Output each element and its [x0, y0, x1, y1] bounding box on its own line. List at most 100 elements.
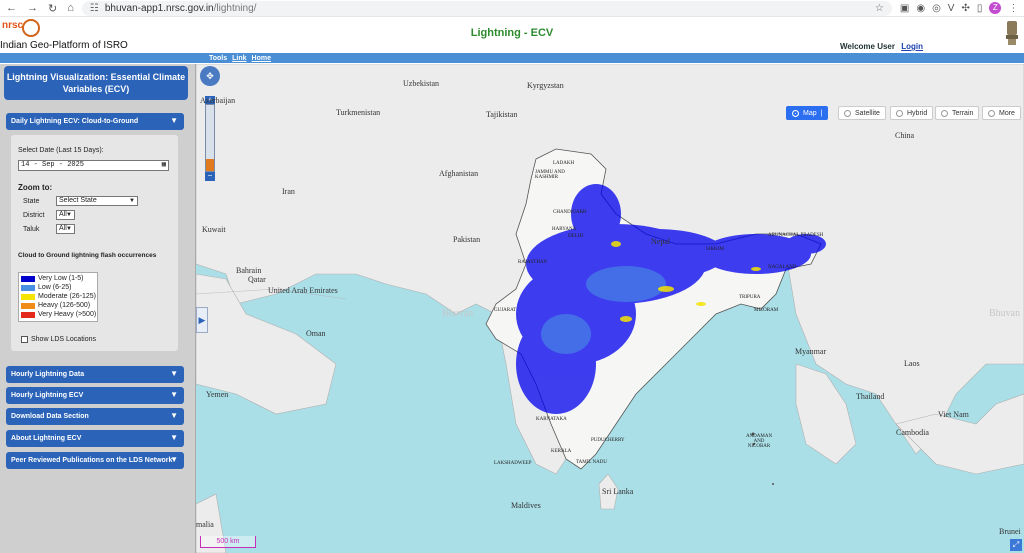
date-input[interactable]: 14 - Sep - 2025 ▦ — [18, 160, 169, 171]
legend-label: Moderate (26-125) — [38, 293, 96, 300]
extension-icon[interactable]: ▣ — [900, 3, 909, 14]
sidepanel-icon[interactable]: ▯ — [977, 3, 983, 14]
country-label: malia — [196, 520, 214, 529]
maptype-more[interactable]: More — [982, 106, 1021, 120]
country-label: Myanmar — [795, 347, 827, 356]
country-label: Kyrgyzstan — [527, 81, 564, 90]
bhuvan-watermark: Bhuvan — [989, 308, 1021, 319]
accordion-hourly-ecv[interactable]: Hourly Lightning ECV ▼ — [6, 387, 184, 404]
home-link[interactable]: Home — [252, 55, 271, 62]
chevron-down-icon: ▼ — [170, 390, 178, 399]
state-label: KARNATAKA — [536, 417, 567, 422]
state-label: SIKKIM — [706, 247, 724, 252]
collapse-sidebar-button[interactable]: ▶ — [196, 307, 208, 333]
site-info-icon[interactable]: ☷ — [90, 3, 99, 14]
welcome-area: Welcome User Login — [840, 42, 923, 51]
accordion-about[interactable]: About Lightning ECV ▼ — [6, 430, 184, 447]
legend-item: Very Heavy (>500) — [21, 310, 96, 319]
extension-icon[interactable]: V — [948, 3, 955, 14]
zoom-out-button[interactable]: − — [205, 172, 215, 181]
legend-label: Very Heavy (>500) — [38, 311, 97, 318]
extension-icon[interactable]: ◉ — [916, 3, 925, 14]
district-label: District — [23, 212, 45, 219]
legend-item: Low (6-25) — [21, 283, 71, 292]
country-label: Uzbekistan — [403, 79, 439, 88]
browser-toolbar: ← → ↻ ⌂ ☷ bhuvan-app1.nrsc.gov.in/lightn… — [0, 0, 1024, 17]
accordion-publications[interactable]: Peer Reviewed Publications on the LDS Ne… — [6, 452, 184, 469]
address-bar[interactable]: ☷ bhuvan-app1.nrsc.gov.in/lightning/ ☆ — [81, 0, 892, 16]
state-label: RAJASTHAN — [518, 260, 548, 265]
welcome-text: Welcome User — [840, 42, 895, 51]
maptype-satellite[interactable]: Satellite — [838, 106, 886, 120]
district-select[interactable]: All ▼ — [56, 210, 75, 220]
menu-kebab-icon[interactable]: ⋮ — [1008, 3, 1018, 14]
taluk-select[interactable]: All ▼ — [56, 224, 75, 234]
select-date-label: Select Date (Last 15 Days): — [18, 147, 104, 154]
accordion-label: Hourly Lightning Data — [11, 371, 85, 378]
map-canvas[interactable]: ✥ + − ▶ Map | Satellite Hybrid Terrain Mo… — [196, 64, 1024, 553]
maptype-map[interactable]: Map | — [786, 106, 829, 120]
login-link[interactable]: Login — [901, 42, 923, 51]
site-header: nrsc Indian Geo-Platform of ISRO Lightni… — [0, 17, 1024, 53]
zoom-slider[interactable] — [205, 104, 215, 172]
state-label: State — [23, 198, 40, 205]
state-label: KERALA — [551, 449, 572, 454]
state-label: MIZORAM — [754, 308, 779, 313]
calendar-icon[interactable]: ▦ — [162, 161, 166, 170]
state-label: PUDUCHERRY — [591, 438, 625, 443]
country-label: Maldives — [511, 501, 541, 510]
chevron-down-icon: ▼ — [170, 433, 178, 442]
pan-control-icon[interactable]: ✥ — [200, 66, 220, 86]
link-menu[interactable]: Link — [232, 55, 246, 62]
state-label: ARUNACHAL PRADESH — [768, 233, 824, 238]
puzzle-icon[interactable]: ✣ — [961, 3, 969, 14]
maptype-label: Terrain — [952, 109, 974, 117]
forward-icon[interactable]: → — [27, 2, 38, 15]
chevron-down-icon: ▼ — [66, 212, 72, 218]
show-lds-checkbox[interactable]: Show LDS Locations — [21, 336, 96, 343]
radio-icon — [844, 109, 851, 117]
country-label: Pakistan — [453, 235, 481, 244]
tools-menu[interactable]: Tools — [209, 55, 227, 62]
radio-icon — [988, 109, 995, 117]
state-label: HARYANA — [552, 227, 577, 232]
accordion-hourly-data[interactable]: Hourly Lightning Data ▼ — [6, 366, 184, 383]
home-icon[interactable]: ⌂ — [67, 2, 74, 15]
maptype-label: Satellite — [855, 109, 880, 117]
profile-avatar[interactable]: Z — [989, 2, 1002, 14]
state-label: DELHI — [568, 234, 583, 239]
bookmark-star-icon[interactable]: ☆ — [875, 3, 884, 14]
legend-swatch — [21, 311, 35, 318]
country-label: Bahrain — [236, 266, 262, 275]
country-label: Cambodia — [896, 428, 929, 437]
back-icon[interactable]: ← — [6, 2, 17, 15]
accordion-daily-ecv[interactable]: Daily Lightning ECV: Cloud-to-Ground ▼ — [6, 113, 184, 130]
country-label: Afghanistan — [439, 169, 479, 178]
browser-nav: ← → ↻ ⌂ — [6, 2, 74, 15]
accordion-download[interactable]: Download Data Section ▼ — [6, 408, 184, 425]
maptype-terrain[interactable]: Terrain — [935, 106, 980, 120]
legend-item: Moderate (26-125) — [21, 292, 96, 301]
maptype-label: Hybrid — [907, 109, 928, 117]
legend-swatch — [21, 275, 35, 282]
accordion-label: Peer Reviewed Publications on the LDS Ne… — [11, 457, 173, 464]
country-label: Sri Lanka — [602, 487, 634, 496]
state-select[interactable]: Select State ▼ — [56, 196, 138, 206]
country-label: Qatar — [248, 275, 266, 284]
state-label: TRIPURA — [739, 295, 761, 300]
extension-icon[interactable]: ◎ — [932, 3, 941, 14]
zoom-to-label: Zoom to: — [18, 183, 53, 192]
chevron-down-icon: ▼ — [170, 369, 178, 378]
accordion-label: About Lightning ECV — [11, 435, 82, 442]
fullscreen-icon[interactable]: ⤢ — [1010, 539, 1022, 551]
taluk-label: Taluk — [23, 226, 40, 233]
state-label: TAMIL NADU — [576, 460, 607, 465]
chevron-down-icon: ▼ — [170, 455, 178, 464]
maptype-hybrid[interactable]: Hybrid — [890, 106, 934, 120]
checkbox-box[interactable] — [21, 336, 28, 343]
reload-icon[interactable]: ↻ — [48, 2, 57, 15]
country-label: Viet Nam — [938, 410, 969, 419]
zoom-level-indicator — [206, 159, 214, 171]
accordion-label: Download Data Section — [11, 413, 89, 420]
url-host: bhuvan-app1.nrsc.gov.in — [104, 2, 214, 14]
